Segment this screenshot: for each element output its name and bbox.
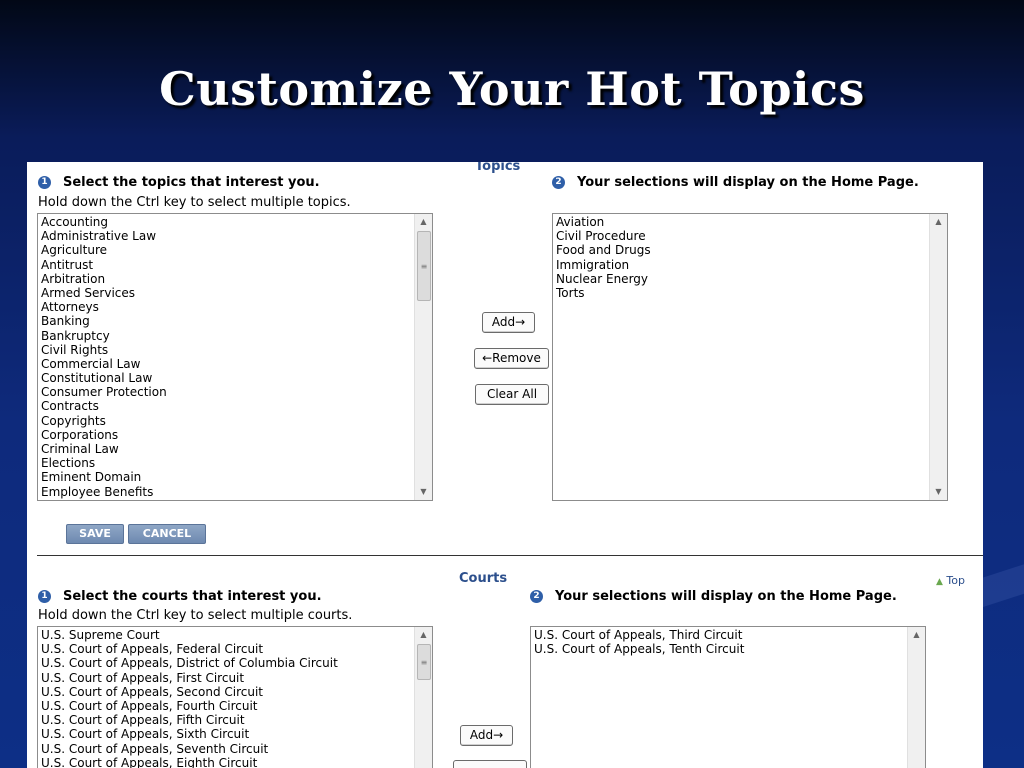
- list-item[interactable]: U.S. Court of Appeals, Sixth Circuit: [41, 727, 412, 741]
- list-item[interactable]: Elections: [41, 456, 412, 470]
- courts-section-title: Courts: [459, 571, 508, 586]
- topics-selected-list[interactable]: Aviation Civil Procedure Food and Drugs Imm…: [552, 213, 948, 501]
- courts-hint: Hold down the Ctrl key to select multipl…: [38, 608, 353, 623]
- topics-step1: 1 Select the topics that interest you.: [38, 175, 320, 190]
- list-item[interactable]: Antitrust: [41, 258, 412, 272]
- clear-all-button[interactable]: Clear All: [475, 384, 549, 405]
- up-arrow-icon: ▲: [936, 577, 943, 587]
- list-item[interactable]: Commercial Law: [41, 357, 412, 371]
- list-item[interactable]: U.S. Court of Appeals, Seventh Circuit: [41, 742, 412, 756]
- remove-court-button[interactable]: [453, 760, 527, 768]
- top-link[interactable]: ▲ Top: [936, 574, 965, 587]
- topics-step2-label: Your selections will display on the Home…: [577, 175, 919, 190]
- list-item[interactable]: Civil Rights: [41, 343, 412, 357]
- scroll-down-arrow-icon[interactable]: ▼: [415, 484, 432, 500]
- list-item[interactable]: Attorneys: [41, 300, 412, 314]
- courts-available-scrollbar[interactable]: ▲ ≡: [414, 627, 432, 768]
- section-divider: [37, 555, 983, 556]
- list-item[interactable]: Aviation: [556, 215, 927, 229]
- list-item[interactable]: Agriculture: [41, 243, 412, 257]
- list-item[interactable]: Immigration: [556, 258, 927, 272]
- list-item[interactable]: U.S. Court of Appeals, Second Circuit: [41, 685, 412, 699]
- step-one-icon: 1: [38, 176, 51, 189]
- scroll-up-arrow-icon[interactable]: ▲: [930, 214, 947, 230]
- save-button[interactable]: SAVE: [66, 524, 124, 544]
- list-item[interactable]: Corporations: [41, 428, 412, 442]
- list-item[interactable]: Contracts: [41, 399, 412, 413]
- add-court-button[interactable]: Add→: [460, 725, 513, 746]
- list-item[interactable]: U.S. Court of Appeals, First Circuit: [41, 671, 412, 685]
- list-item[interactable]: U.S. Court of Appeals, District of Colum…: [41, 656, 412, 670]
- courts-step1-label: Select the courts that interest you.: [63, 589, 322, 604]
- scroll-thumb[interactable]: ≡: [417, 644, 431, 680]
- list-item[interactable]: U.S. Court of Appeals, Third Circuit: [534, 628, 905, 642]
- topics-selected-items: Aviation Civil Procedure Food and Drugs Imm…: [556, 215, 927, 300]
- list-item[interactable]: Constitutional Law: [41, 371, 412, 385]
- list-item[interactable]: Armed Services: [41, 286, 412, 300]
- scroll-down-arrow-icon[interactable]: ▼: [930, 484, 947, 500]
- list-item[interactable]: Arbitration: [41, 272, 412, 286]
- list-item[interactable]: Eminent Domain: [41, 470, 412, 484]
- scroll-up-arrow-icon[interactable]: ▲: [415, 214, 432, 230]
- topics-hint: Hold down the Ctrl key to select multipl…: [38, 195, 351, 210]
- courts-selected-items: U.S. Court of Appeals, Third Circuit U.S.…: [534, 628, 905, 656]
- hot-topics-panel: Topics 1 Select the topics that interest…: [27, 162, 983, 768]
- list-item[interactable]: Administrative Law: [41, 229, 412, 243]
- step-one-icon: 1: [38, 590, 51, 603]
- topics-available-scrollbar[interactable]: ▲ ≡ ▼: [414, 214, 432, 500]
- list-item[interactable]: Consumer Protection: [41, 385, 412, 399]
- scroll-up-arrow-icon[interactable]: ▲: [908, 627, 925, 643]
- topics-available-items: Accounting Administrative Law Agriculture A…: [41, 215, 412, 499]
- list-item[interactable]: Accounting: [41, 215, 412, 229]
- remove-topic-button[interactable]: ←Remove: [474, 348, 549, 369]
- add-topic-button[interactable]: Add→: [482, 312, 535, 333]
- list-item[interactable]: Criminal Law: [41, 442, 412, 456]
- list-item[interactable]: Civil Procedure: [556, 229, 927, 243]
- scroll-thumb[interactable]: ≡: [417, 231, 431, 301]
- list-item[interactable]: U.S. Court of Appeals, Eighth Circuit: [41, 756, 412, 768]
- courts-step2: 2 Your selections will display on the Ho…: [530, 589, 897, 604]
- top-link-label: Top: [946, 574, 965, 587]
- courts-selected-list[interactable]: U.S. Court of Appeals, Third Circuit U.S.…: [530, 626, 926, 768]
- list-item[interactable]: U.S. Court of Appeals, Tenth Circuit: [534, 642, 905, 656]
- courts-available-items: U.S. Supreme Court U.S. Court of Appeals,…: [41, 628, 412, 768]
- list-item[interactable]: Employee Benefits: [41, 485, 412, 499]
- list-item[interactable]: Bankruptcy: [41, 329, 412, 343]
- topics-step2: 2 Your selections will display on the Ho…: [552, 175, 919, 190]
- topics-selected-scrollbar[interactable]: ▲ ▼: [929, 214, 947, 500]
- step-two-icon: 2: [530, 590, 543, 603]
- topics-section-title: Topics: [475, 162, 521, 174]
- list-item[interactable]: Torts: [556, 286, 927, 300]
- step-two-icon: 2: [552, 176, 565, 189]
- list-item[interactable]: Food and Drugs: [556, 243, 927, 257]
- topics-available-list[interactable]: Accounting Administrative Law Agriculture A…: [37, 213, 433, 501]
- courts-selected-scrollbar[interactable]: ▲: [907, 627, 925, 768]
- list-item[interactable]: U.S. Court of Appeals, Fifth Circuit: [41, 713, 412, 727]
- list-item[interactable]: U.S. Court of Appeals, Federal Circuit: [41, 642, 412, 656]
- courts-step2-label: Your selections will display on the Home…: [555, 589, 897, 604]
- topics-step1-label: Select the topics that interest you.: [63, 175, 320, 190]
- slide-title: Customize Your Hot Topics: [159, 62, 865, 116]
- courts-available-list[interactable]: U.S. Supreme Court U.S. Court of Appeals,…: [37, 626, 433, 768]
- list-item[interactable]: U.S. Court of Appeals, Fourth Circuit: [41, 699, 412, 713]
- scroll-up-arrow-icon[interactable]: ▲: [415, 627, 432, 643]
- list-item[interactable]: Banking: [41, 314, 412, 328]
- cancel-button[interactable]: CANCEL: [128, 524, 206, 544]
- list-item[interactable]: Nuclear Energy: [556, 272, 927, 286]
- list-item[interactable]: Copyrights: [41, 414, 412, 428]
- courts-step1: 1 Select the courts that interest you.: [38, 589, 322, 604]
- list-item[interactable]: U.S. Supreme Court: [41, 628, 412, 642]
